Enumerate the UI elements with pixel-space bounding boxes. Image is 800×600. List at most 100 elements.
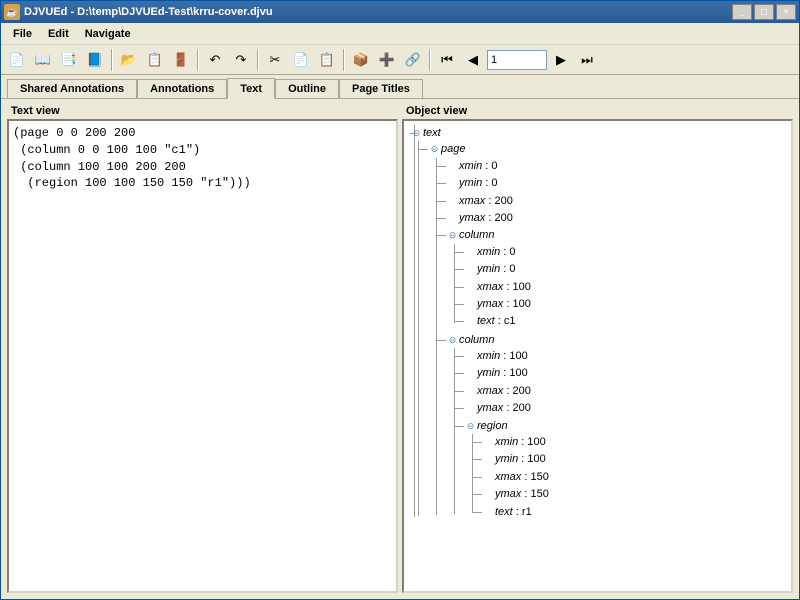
tree-node[interactable]: ⊝page xmin : 0 ymin : 0 xmax : 200 ymax … bbox=[430, 141, 787, 524]
separator bbox=[111, 49, 113, 71]
tree-leaf-value: 100 bbox=[527, 453, 545, 465]
tree-node-label: page bbox=[441, 143, 465, 155]
tree-leaf-value: c1 bbox=[504, 315, 516, 327]
tree-node[interactable]: text : r1 bbox=[484, 504, 787, 521]
tree-node-label: text bbox=[423, 127, 441, 139]
tab-shared-annotations[interactable]: Shared Annotations bbox=[7, 79, 137, 99]
doc-icon[interactable]: 📑 bbox=[57, 48, 81, 72]
save-icon[interactable]: 📋 bbox=[143, 48, 167, 72]
tree-node[interactable]: ymax : 200 bbox=[448, 210, 787, 227]
tree-node[interactable]: ymin : 100 bbox=[466, 365, 787, 382]
tree-handle-icon[interactable]: ⊝ bbox=[466, 422, 475, 431]
tree-node-label: column bbox=[459, 334, 494, 346]
app-icon: ☕ bbox=[4, 4, 20, 20]
tree-handle-icon[interactable]: ⊝ bbox=[412, 129, 421, 138]
tree-leaf-value: 0 bbox=[491, 160, 497, 172]
tree-node[interactable]: ymin : 0 bbox=[466, 261, 787, 278]
object-tree[interactable]: ⊝text⊝page xmin : 0 ymin : 0 xmax : 200 … bbox=[402, 119, 793, 593]
package-icon[interactable]: 📦 bbox=[349, 48, 373, 72]
tree-node[interactable]: xmin : 0 bbox=[448, 158, 787, 175]
copy-icon[interactable]: 📄 bbox=[289, 48, 313, 72]
separator bbox=[343, 49, 345, 71]
tree-node[interactable]: ymax : 200 bbox=[466, 400, 787, 417]
tree-node[interactable]: ⊝column xmin : 0 ymin : 0 xmax : 100 yma… bbox=[448, 227, 787, 331]
tree-leaf-key: ymax bbox=[477, 298, 503, 310]
text-view-pane: Text view (page 0 0 200 200 (column 0 0 … bbox=[7, 103, 398, 593]
window-title: DJVUEd - D:\temp\DJVUEd-Test\krru-cover.… bbox=[24, 6, 732, 18]
tree-leaf-key: text bbox=[477, 315, 495, 327]
tab-page-titles[interactable]: Page Titles bbox=[339, 79, 423, 99]
tree-leaf-value: 150 bbox=[530, 471, 548, 483]
tree-leaf-key: ymin bbox=[477, 367, 500, 379]
tree-leaf-value: 100 bbox=[509, 350, 527, 362]
separator bbox=[429, 49, 431, 71]
separator bbox=[197, 49, 199, 71]
close-button[interactable]: × bbox=[776, 4, 796, 20]
tab-annotations[interactable]: Annotations bbox=[137, 79, 227, 99]
tree-leaf-key: xmax bbox=[477, 281, 503, 293]
tree-node[interactable]: xmin : 100 bbox=[466, 348, 787, 365]
tree-leaf-value: 100 bbox=[512, 281, 530, 293]
text-view-header: Text view bbox=[7, 103, 398, 119]
tree-node[interactable]: ⊝text⊝page xmin : 0 ymin : 0 xmax : 200 … bbox=[412, 125, 787, 525]
window-controls: _ □ × bbox=[732, 4, 796, 20]
tree-leaf-key: ymax bbox=[477, 402, 503, 414]
tree-node[interactable]: xmax : 100 bbox=[466, 279, 787, 296]
next-page-icon[interactable]: ▶ bbox=[549, 48, 573, 72]
redo-icon[interactable]: ↷ bbox=[229, 48, 253, 72]
tabbar: Shared AnnotationsAnnotationsTextOutline… bbox=[1, 75, 799, 99]
menu-edit[interactable]: Edit bbox=[40, 26, 77, 42]
tree-node[interactable]: xmin : 0 bbox=[466, 244, 787, 261]
tree-node[interactable]: xmax : 200 bbox=[466, 383, 787, 400]
tree-leaf-value: 200 bbox=[494, 195, 512, 207]
tree-leaf-value: 200 bbox=[512, 385, 530, 397]
tree-leaf-key: xmax bbox=[495, 471, 521, 483]
tree-node[interactable]: text : c1 bbox=[466, 313, 787, 330]
tree-leaf-key: xmax bbox=[477, 385, 503, 397]
tree-handle-icon[interactable]: ⊝ bbox=[448, 231, 457, 240]
last-page-icon[interactable]: ⏭ bbox=[575, 48, 599, 72]
exit-icon[interactable]: 🚪 bbox=[169, 48, 193, 72]
content-area: Text view (page 0 0 200 200 (column 0 0 … bbox=[1, 98, 799, 599]
tree-leaf-value: 0 bbox=[509, 263, 515, 275]
undo-icon[interactable]: ↶ bbox=[203, 48, 227, 72]
open-book-icon[interactable]: 📖 bbox=[31, 48, 55, 72]
tree-leaf-value: 0 bbox=[509, 246, 515, 258]
new-icon[interactable]: 📄 bbox=[5, 48, 29, 72]
tree-handle-icon[interactable]: ⊝ bbox=[448, 336, 457, 345]
tree-node[interactable]: ymax : 150 bbox=[484, 486, 787, 503]
tree-node[interactable]: ymin : 0 bbox=[448, 175, 787, 192]
tree-leaf-key: text bbox=[495, 506, 513, 518]
menu-navigate[interactable]: Navigate bbox=[77, 26, 139, 42]
tree-leaf-value: r1 bbox=[522, 506, 532, 518]
app-window: ☕ DJVUEd - D:\temp\DJVUEd-Test\krru-cove… bbox=[0, 0, 800, 600]
tree-leaf-value: 200 bbox=[494, 212, 512, 224]
tab-text[interactable]: Text bbox=[227, 78, 275, 99]
tab-outline[interactable]: Outline bbox=[275, 79, 339, 99]
link-icon[interactable]: 🔗 bbox=[401, 48, 425, 72]
tree-leaf-key: xmin bbox=[477, 246, 500, 258]
minimize-button[interactable]: _ bbox=[732, 4, 752, 20]
tree-node[interactable]: xmax : 200 bbox=[448, 193, 787, 210]
tree-handle-icon[interactable]: ⊝ bbox=[430, 145, 439, 154]
prev-page-icon[interactable]: ◀ bbox=[461, 48, 485, 72]
tree-node[interactable]: xmin : 100 bbox=[484, 434, 787, 451]
tree-node[interactable]: ymin : 100 bbox=[484, 451, 787, 468]
menu-file[interactable]: File bbox=[5, 26, 40, 42]
add-icon[interactable]: ➕ bbox=[375, 48, 399, 72]
cut-icon[interactable]: ✂ bbox=[263, 48, 287, 72]
maximize-button[interactable]: □ bbox=[754, 4, 774, 20]
tree-node[interactable]: ymax : 100 bbox=[466, 296, 787, 313]
tree-leaf-key: ymin bbox=[459, 177, 482, 189]
first-page-icon[interactable]: ⏮ bbox=[435, 48, 459, 72]
tree-leaf-key: xmin bbox=[477, 350, 500, 362]
page-number-input[interactable] bbox=[487, 50, 547, 70]
tree-node[interactable]: ⊝column xmin : 100 ymin : 100 xmax : 200… bbox=[448, 332, 787, 523]
book-icon[interactable]: 📘 bbox=[83, 48, 107, 72]
paste-icon[interactable]: 📋 bbox=[315, 48, 339, 72]
tree-leaf-key: ymax bbox=[495, 488, 521, 500]
tree-node[interactable]: ⊝region xmin : 100 ymin : 100 xmax : 150… bbox=[466, 418, 787, 522]
open-icon[interactable]: 📂 bbox=[117, 48, 141, 72]
text-view-body[interactable]: (page 0 0 200 200 (column 0 0 100 100 "c… bbox=[7, 119, 398, 593]
tree-node[interactable]: xmax : 150 bbox=[484, 469, 787, 486]
